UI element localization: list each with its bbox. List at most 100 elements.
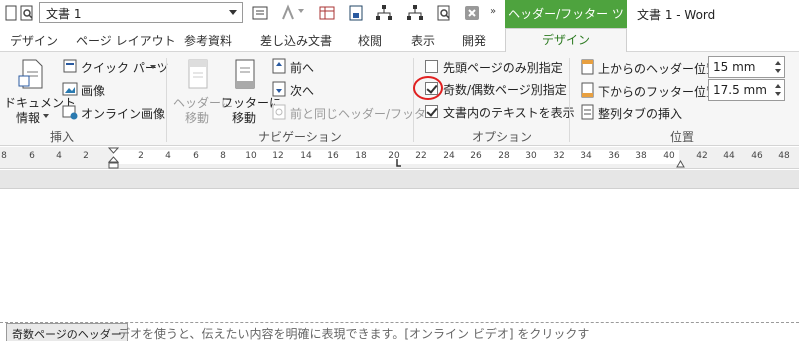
insert-alignment-tab-button[interactable]: 整列タブの挿入: [598, 105, 682, 122]
link-to-previous-button: 前と同じヘッダー/フッター: [290, 107, 439, 121]
navigation-group-label: ナビゲーション: [258, 130, 342, 144]
position-group-label: 位置: [670, 130, 695, 144]
tab-references[interactable]: 参考資料: [184, 32, 232, 49]
next-button[interactable]: 次へ: [290, 82, 314, 99]
right-indent-icon[interactable]: [676, 159, 685, 168]
ruler-tick: 8: [1, 151, 7, 161]
tab-header-footer-design[interactable]: デザイン: [505, 28, 627, 53]
header-position-icon: [581, 59, 594, 75]
tab-design[interactable]: デザイン: [10, 32, 58, 49]
first-page-checkbox[interactable]: [425, 60, 438, 73]
show-document-text-label[interactable]: 文書内のテキストを表示: [443, 104, 575, 121]
document-info-label-2[interactable]: 情報: [16, 109, 40, 126]
ruler-tick: 10: [245, 151, 257, 161]
increment-icon[interactable]: [775, 61, 781, 65]
tab-mailings[interactable]: 差し込み文書: [260, 32, 332, 49]
first-page-label[interactable]: 先頭ページのみ別指定: [443, 59, 563, 76]
previous-button[interactable]: 前へ: [290, 59, 314, 76]
link-to-previous-icon: [272, 104, 286, 120]
document-body-text[interactable]: デオを使うと、伝えたい内容を明確に表現できます。[オンライン ビデオ] をクリッ…: [118, 325, 589, 341]
ruler-tick: 32: [553, 151, 565, 161]
font-color-icon[interactable]: [279, 4, 297, 22]
highlight-circle: [413, 76, 443, 100]
document-name: 文書 1: [46, 7, 82, 21]
ruler-tick: 18: [355, 151, 367, 161]
picture-icon[interactable]: [62, 81, 78, 97]
chevron-down-icon[interactable]: [43, 114, 49, 118]
go-to-footer-label-2[interactable]: 移動: [232, 109, 256, 126]
ruler-tick: 4: [56, 151, 62, 161]
decrement-icon[interactable]: [775, 69, 781, 73]
header-position-field[interactable]: 15 mm: [708, 56, 785, 78]
insert-group-label: 挿入: [50, 130, 75, 144]
header-position-value[interactable]: 15 mm: [713, 60, 755, 74]
online-picture-button[interactable]: オンライン画像: [81, 105, 165, 122]
odd-page-header-tag: 奇数ページのヘッダー: [6, 323, 128, 341]
go-to-header-icon: [188, 59, 208, 89]
tab-page-layout[interactable]: ページ レイアウト: [76, 32, 176, 49]
org-chart-icon[interactable]: [375, 4, 393, 22]
document-page[interactable]: 奇数ページのヘッダー デオを使うと、伝えたい内容を明確に表現できます。[オンライ…: [0, 188, 799, 341]
ruler-tick: 40: [663, 151, 675, 161]
decrement-icon[interactable]: [775, 92, 781, 96]
ruler-tick: 8: [220, 151, 226, 161]
indent-marker-icon[interactable]: [108, 147, 119, 169]
ribbon-tabs: デザイン ページ レイアウト 参考資料 差し込み文書 校閲 表示 開発 デザイン: [0, 28, 799, 53]
ruler-tick: 16: [327, 151, 339, 161]
increment-icon[interactable]: [775, 84, 781, 88]
more-commands-icon[interactable]: »: [490, 6, 496, 17]
ruler-tick: 34: [580, 151, 592, 161]
document-canvas: 奇数ページのヘッダー デオを使うと、伝えたい内容を明確に表現できます。[オンライ…: [0, 170, 799, 341]
ruler-tick: 46: [751, 151, 763, 161]
header-from-top-label: 上からのヘッダー位置:: [598, 62, 723, 76]
picture-button[interactable]: 画像: [81, 82, 105, 99]
tab-review[interactable]: 校閲: [358, 32, 382, 49]
close-icon[interactable]: [463, 4, 481, 22]
tab-view[interactable]: 表示: [411, 32, 435, 49]
document-selector[interactable]: 文書 1: [39, 2, 243, 23]
footer-from-bottom-label: 下からのフッター位置:: [598, 85, 723, 99]
ruler-tick: 44: [723, 151, 735, 161]
document-info-icon[interactable]: [18, 58, 46, 90]
footer-position-value[interactable]: 17.5 mm: [713, 83, 767, 97]
ruler-tick: 30: [525, 151, 537, 161]
ruler-tick: 4: [165, 151, 171, 161]
quick-parts-icon[interactable]: [62, 58, 78, 74]
show-document-text-checkbox[interactable]: [425, 105, 438, 118]
previous-section-icon[interactable]: [271, 58, 287, 74]
go-to-footer-icon[interactable]: [232, 58, 258, 90]
footer-position-icon: [581, 82, 594, 98]
footer-position-field[interactable]: 17.5 mm: [708, 79, 785, 101]
ruler-tick: 26: [470, 151, 482, 161]
ruler-tick: 14: [300, 151, 312, 161]
tab-developer[interactable]: 開発: [462, 32, 486, 49]
ruler-tick: 2: [83, 151, 89, 161]
document-save-icon[interactable]: [347, 4, 365, 22]
ruler-tick: 6: [29, 151, 35, 161]
tab-stop-icon[interactable]: [393, 159, 401, 167]
ribbon: ドキュメント 情報 クイック パーツ 画像 オンライン画像 挿入 ヘッダーに 移…: [0, 52, 799, 146]
group-divider: [413, 58, 414, 142]
next-section-icon[interactable]: [271, 81, 287, 97]
ruler-tick: 12: [272, 151, 284, 161]
ruler-tick: 36: [608, 151, 620, 161]
chevron-down-icon: [229, 10, 237, 15]
online-picture-icon[interactable]: [62, 104, 78, 120]
ruler-tick: 6: [193, 151, 199, 161]
table-icon[interactable]: [318, 4, 336, 22]
find-icon[interactable]: [435, 4, 453, 22]
go-to-header-label-2: 移動: [185, 111, 210, 125]
group-divider: [166, 58, 167, 142]
ruler-tick: 48: [778, 151, 790, 161]
ruler-tick: 22: [415, 151, 427, 161]
font-color-dropdown-icon[interactable]: [298, 9, 304, 13]
text-box-icon[interactable]: [251, 4, 269, 22]
chevron-down-icon[interactable]: [150, 65, 156, 69]
print-preview-icon[interactable]: [18, 4, 36, 22]
odd-even-label[interactable]: 奇数/偶数ページ別指定: [443, 81, 567, 98]
horizontal-ruler[interactable]: 8 6 4 2 2 4 6 8 10 12 14 16 18 20 22 24 …: [0, 147, 799, 169]
window-title: 文書 1 - Word: [637, 8, 716, 22]
ruler-tick: 2: [138, 151, 144, 161]
insert-alignment-tab-icon[interactable]: [579, 104, 595, 120]
org-chart-icon-2[interactable]: [406, 4, 424, 22]
